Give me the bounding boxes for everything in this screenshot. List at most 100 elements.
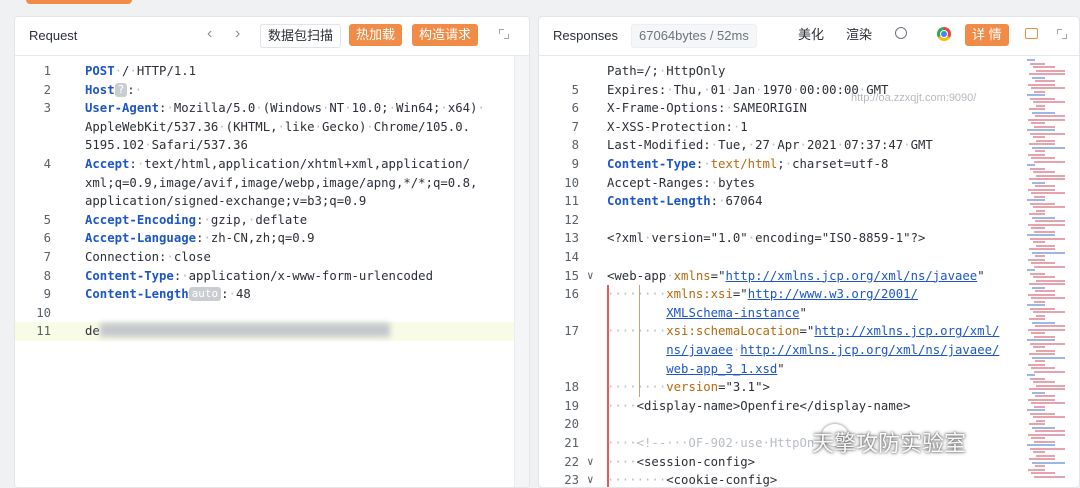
response-line[interactable]: 14 — [539, 248, 1079, 267]
prev-arrow-icon[interactable]: ‹ — [207, 25, 212, 43]
request-line[interactable]: xml;q=0.9,image/avif,image/webp,image/ap… — [15, 174, 529, 193]
minimap-line — [1029, 143, 1055, 145]
minimap-line — [1033, 206, 1065, 208]
minimap-line — [1036, 279, 1065, 282]
minimap-line — [1030, 272, 1045, 275]
response-line[interactable]: 10 Accept-Ranges:·bytes — [539, 174, 1079, 193]
render-button[interactable]: 渲染 — [839, 24, 880, 46]
response-line[interactable]: 20 — [539, 415, 1079, 434]
expand-icon[interactable] — [1057, 29, 1067, 39]
request-scrollbar[interactable] — [514, 56, 529, 487]
token: · — [344, 101, 352, 116]
token: : — [221, 287, 229, 302]
response-line[interactable]: 9 Content-Type:·text/html;·charset=utf-8 — [539, 155, 1079, 174]
request-line[interactable]: 5 Accept-Encoding:·gzip,·deflate — [15, 211, 529, 230]
response-line[interactable]: 13 <?xml·version="1.0"·encoding="ISO-8859… — [539, 229, 1079, 248]
request-line[interactable]: 9 Content-Length auto:·48 — [15, 285, 529, 304]
request-line[interactable]: 3 User-Agent:·Mozilla/5.0·(Windows·NT·10.… — [15, 99, 529, 118]
response-line[interactable]: Path=/;·HttpOnly — [539, 62, 1079, 81]
minimap-line — [1033, 136, 1045, 138]
token: xsi:schemaLocation — [666, 324, 800, 339]
request-line[interactable]: 7 Connection:·close — [15, 248, 529, 267]
request-line[interactable]: application/signed-exchange;v=b3;q=0.9 — [15, 192, 529, 211]
line-text: Accept-Encoding:·gzip,·deflate — [85, 211, 307, 230]
line-number: 7 — [43, 250, 51, 264]
request-line[interactable]: 10 — [15, 304, 529, 323]
request-line[interactable]: 11 de — [15, 322, 529, 341]
token: =" — [799, 324, 815, 339]
detail-button[interactable]: 详 情 — [965, 24, 1009, 46]
minimap-line — [1035, 290, 1055, 292]
request-line[interactable]: 8 Content-Type:·application/x-www-form-ur… — [15, 267, 529, 286]
response-editor[interactable]: Path=/;·HttpOnly 5 Expires:·Thu,·01·Jan·19… — [539, 56, 1079, 487]
response-line[interactable]: 15 <web-app·xmlns="http://xmlns.jcp.org/x… — [539, 267, 1079, 286]
token: 10.0; — [351, 101, 389, 116]
token: POST — [85, 64, 115, 78]
expand-icon[interactable] — [499, 29, 509, 39]
response-line[interactable]: 5 Expires:·Thu,·01·Jan·1970·00:00:00·GMT — [539, 81, 1079, 100]
response-line[interactable]: 21 ····<!--···OF-902·use·HttpOn — [539, 434, 1079, 453]
response-line[interactable]: 6 X-Frame-Options:·SAMEORIGIN — [539, 99, 1079, 118]
line-number: 9 — [43, 287, 51, 302]
response-line[interactable]: 22 ····<session-config> — [539, 453, 1079, 472]
request-line[interactable]: 4 Accept:·text/html,application/xhtml+xml… — [15, 155, 529, 174]
line-text: User-Agent:·Mozilla/5.0·(Windows·NT·10.0… — [85, 99, 485, 118]
minimap-line — [1031, 472, 1055, 474]
minimap-line — [1027, 374, 1035, 376]
response-line[interactable]: ns/javaee·http://xmlns.jcp.org/xml/ns/ja… — [539, 341, 1079, 360]
token: HttpOnly — [666, 64, 726, 78]
minimap-line — [1035, 255, 1045, 257]
response-title: Responses — [553, 28, 619, 43]
minimap-line — [1036, 174, 1065, 177]
response-minimap[interactable] — [1023, 56, 1079, 487]
token: (KHTML, — [225, 119, 278, 134]
top-tab-edge[interactable] — [26, 0, 132, 4]
chrome-icon[interactable] — [937, 27, 951, 41]
search-icon[interactable] — [895, 27, 907, 39]
request-line[interactable]: 1 POST·/·HTTP/1.1 — [15, 62, 529, 81]
line-number: 18 — [564, 380, 579, 395]
hot-load-button[interactable]: 热加载 — [349, 24, 403, 46]
response-line[interactable]: 18 ········version="3.1"> — [539, 378, 1079, 397]
response-line[interactable]: 17 ········xsi:schemaLocation="http://xml… — [539, 322, 1079, 341]
minimap-line — [1031, 227, 1045, 229]
fold-chevron-icon[interactable]: ∨ — [587, 455, 594, 468]
request-line[interactable]: 5195.102·Safari/537.36 — [15, 136, 529, 155]
token: · — [666, 82, 674, 97]
minimap-line — [1034, 265, 1065, 268]
token: Accept-Language — [85, 231, 197, 246]
response-line[interactable]: 8 Last-Modified:·Tue,·27·Apr·2021·07:37:4… — [539, 136, 1079, 155]
fold-chevron-icon[interactable]: ∨ — [587, 473, 594, 486]
line-text: Content-Type:·application/x-www-form-url… — [85, 267, 433, 286]
token: Win64; — [396, 101, 441, 116]
response-line[interactable]: 12 — [539, 211, 1079, 230]
request-line[interactable]: AppleWebKit/537.36·(KHTML,·like·Gecko)·C… — [15, 118, 529, 137]
request-line[interactable]: 2 Host?:· — [15, 81, 529, 100]
comment-icon[interactable] — [1025, 28, 1038, 39]
response-line[interactable]: XMLSchema-instance" — [539, 304, 1079, 323]
minimap-line — [1027, 129, 1055, 131]
packet-scan-button[interactable]: 数据包扫描 — [260, 24, 342, 48]
request-line[interactable]: 6 Accept-Language:·zh-CN,zh;q=0.9 — [15, 229, 529, 248]
minimap-line — [1030, 412, 1055, 415]
fold-chevron-icon[interactable]: ∨ — [587, 269, 594, 282]
minimap-line — [1030, 132, 1065, 135]
response-line[interactable]: 7 X-XSS-Protection:·1 — [539, 118, 1079, 137]
token: xml;q=0.9,image/avif,image/webp,image/ap… — [85, 175, 478, 190]
token: Jan — [732, 82, 756, 97]
token: ; — [777, 157, 785, 171]
build-request-button[interactable]: 构造请求 — [412, 24, 479, 46]
minimap-line — [1032, 216, 1055, 219]
token: · — [129, 64, 137, 78]
token: 00:00:00 — [799, 82, 859, 97]
response-line[interactable]: 11 Content-Length:·67064 — [539, 192, 1079, 211]
beautify-button[interactable]: 美化 — [791, 24, 832, 46]
response-line[interactable]: 16 ········xmlns:xsi="http://www.w3.org/2… — [539, 285, 1079, 304]
response-line[interactable]: 19 ····<display-name>Openfire</display-na… — [539, 397, 1079, 416]
response-line[interactable]: 23 ········<cookie-config> — [539, 471, 1079, 487]
response-line[interactable]: web-app_3_1.xsd" — [539, 360, 1079, 379]
request-editor[interactable]: 1 POST·/·HTTP/1.1 2 Host?:· 3 User-Agent:·Moz… — [15, 56, 529, 487]
token: ········ — [607, 324, 667, 339]
next-arrow-icon[interactable]: › — [235, 25, 240, 43]
indent-guide — [639, 285, 640, 397]
